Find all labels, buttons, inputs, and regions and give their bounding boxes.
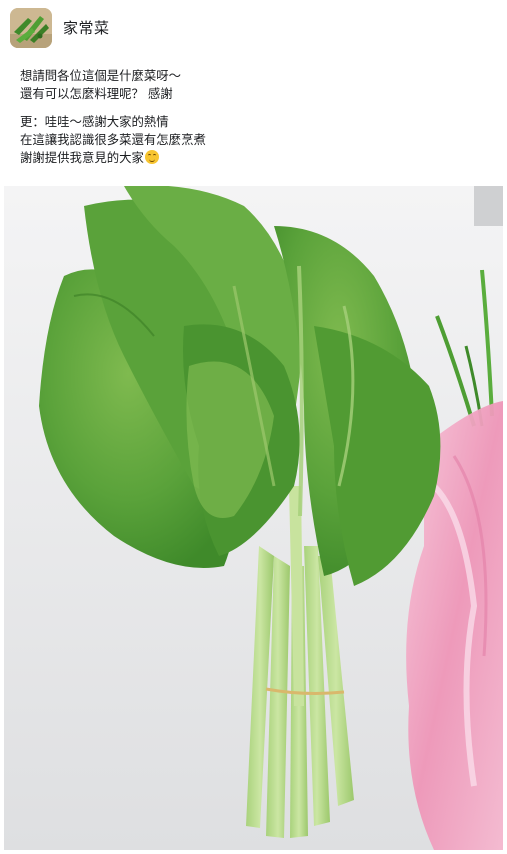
group-avatar[interactable] <box>10 8 52 48</box>
caption-line: 還有可以怎麼料理呢？ 感謝 <box>20 86 173 101</box>
caption-line: 在這讓我認識很多菜還有怎麼烹煮 <box>20 132 206 147</box>
caption-line: 想請問各位這個是什麼菜呀～ <box>20 68 182 83</box>
smiling-face-icon <box>144 150 159 164</box>
vegetable-photo-icon <box>10 8 52 48</box>
facebook-post: 家常菜 想請問各位這個是什麼菜呀～ 還有可以怎麼料理呢？ 感謝 更：哇哇～感謝大… <box>0 0 507 854</box>
post-header: 家常菜 <box>0 0 507 56</box>
vegetable-photo <box>4 186 503 850</box>
caption-text: 謝謝提供我意見的大家 <box>20 150 144 165</box>
post-photo[interactable] <box>4 186 503 850</box>
caption-line: 更：哇哇～感謝大家的熱情 <box>20 114 169 129</box>
group-name[interactable]: 家常菜 <box>63 17 110 38</box>
post-caption: 想請問各位這個是什麼菜呀～ 還有可以怎麼料理呢？ 感謝 更：哇哇～感謝大家的熱情… <box>20 67 490 167</box>
caption-line-last: 謝謝提供我意見的大家 <box>20 149 490 167</box>
